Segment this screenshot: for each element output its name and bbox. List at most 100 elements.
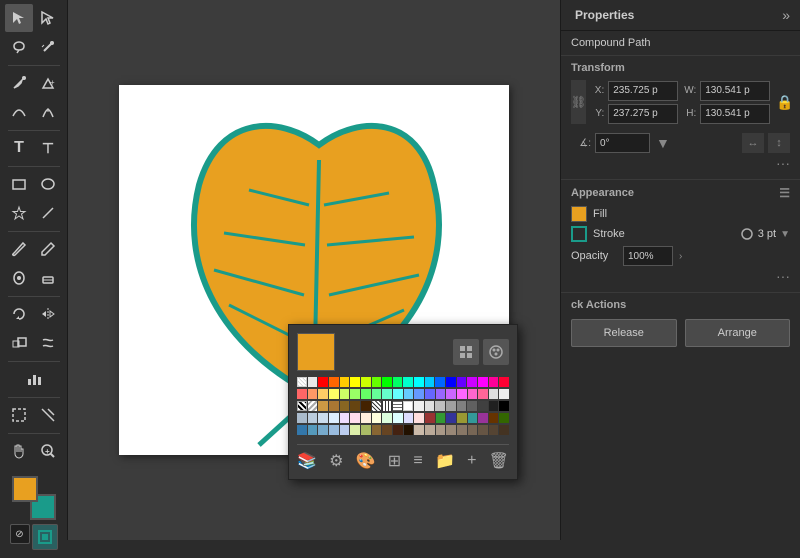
swatch-white[interactable] (403, 401, 413, 411)
eraser-tool[interactable] (34, 264, 62, 292)
swatch-74[interactable] (329, 425, 339, 435)
expand-button[interactable]: » (782, 7, 790, 23)
swatch-pink[interactable] (489, 377, 499, 387)
swatch-51[interactable] (297, 413, 307, 423)
stroke-color-swatch[interactable] (571, 226, 587, 242)
swatch-28[interactable] (372, 389, 382, 399)
swatch-85[interactable] (446, 425, 456, 435)
swatch-crimson[interactable] (499, 377, 509, 387)
swatch-34[interactable] (436, 389, 446, 399)
swatch-38[interactable] (478, 389, 488, 399)
swatch-27[interactable] (361, 389, 371, 399)
fill-none-btn[interactable]: ⊘ (10, 524, 30, 544)
swatch-57[interactable] (361, 413, 371, 423)
swatch-pattern4[interactable] (382, 401, 392, 411)
lasso-tool[interactable] (5, 33, 33, 61)
swatch-33[interactable] (425, 389, 435, 399)
swatch-magenta[interactable] (478, 377, 488, 387)
delete-swatch-icon[interactable]: 🗑 (489, 451, 509, 471)
properties-tab[interactable]: Properties (571, 6, 638, 24)
swatch-83[interactable] (425, 425, 435, 435)
swatch-orange[interactable] (329, 377, 339, 387)
rectangle-tool[interactable] (5, 170, 33, 198)
swatch-red[interactable] (318, 377, 328, 387)
swatch-30[interactable] (393, 389, 403, 399)
swatch-teal-green[interactable] (403, 377, 413, 387)
swatch-very-dark[interactable] (489, 401, 499, 411)
foreground-color-box[interactable] (12, 476, 38, 502)
swatches-view-btn[interactable] (453, 339, 479, 365)
appearance-more-options[interactable]: ··· (571, 266, 790, 286)
blob-brush-tool[interactable] (5, 264, 33, 292)
swatch-29[interactable] (382, 389, 392, 399)
swatch-89[interactable] (489, 425, 499, 435)
swatch-purple[interactable] (467, 377, 477, 387)
swatch-54[interactable] (329, 413, 339, 423)
swatch-44[interactable] (350, 401, 360, 411)
pen-tool[interactable] (5, 69, 33, 97)
swatch-24[interactable] (329, 389, 339, 399)
star-tool[interactable] (5, 199, 33, 227)
rotate-tool[interactable] (5, 300, 33, 328)
swatch-blue[interactable] (435, 377, 445, 387)
swatch-silver[interactable] (435, 401, 445, 411)
swatch-pattern1[interactable] (297, 401, 307, 411)
change-mode-btn[interactable] (32, 524, 58, 550)
swatch-73[interactable] (318, 425, 328, 435)
swatch-black[interactable] (499, 401, 509, 411)
swatch-42[interactable] (329, 401, 339, 411)
swatch-68[interactable] (478, 413, 488, 423)
swatch-pattern5[interactable] (393, 401, 403, 411)
swatch-52[interactable] (308, 413, 318, 423)
ellipse-tool[interactable] (34, 170, 62, 198)
angle-input[interactable] (595, 133, 650, 153)
list-view-icon[interactable]: ≡ (413, 452, 422, 470)
add-library-icon[interactable]: 📚 (297, 451, 317, 471)
text-tool[interactable]: T (5, 134, 33, 162)
x-input[interactable] (608, 81, 678, 101)
swatch-71[interactable] (297, 425, 307, 435)
selection-tool[interactable] (5, 4, 33, 32)
swatch-82[interactable] (414, 425, 424, 435)
opacity-input[interactable]: 100% (623, 246, 673, 266)
swatch-66[interactable] (457, 413, 467, 423)
grid-view-icon[interactable]: ⊞ (388, 451, 401, 471)
picker-current-swatch[interactable] (297, 333, 335, 371)
swatch-21[interactable] (297, 389, 307, 399)
swatch-22[interactable] (308, 389, 318, 399)
swatch-45[interactable] (361, 401, 371, 411)
swatch-pattern3[interactable] (372, 401, 382, 411)
swatch-39[interactable] (489, 389, 499, 399)
swatch-chartreuse[interactable] (372, 377, 382, 387)
swatch-43[interactable] (340, 401, 350, 411)
w-input[interactable] (700, 81, 770, 101)
swatch-77[interactable] (361, 425, 371, 435)
flip-v-icon[interactable]: ↕ (768, 133, 790, 153)
swatch-88[interactable] (478, 425, 488, 435)
swatch-80[interactable] (393, 425, 403, 435)
folder-icon[interactable]: 📁 (435, 451, 455, 471)
vertical-text-tool[interactable]: ⊤ (34, 134, 62, 162)
show-options-icon[interactable]: ⚙ (329, 451, 343, 471)
swatch-blue2[interactable] (446, 377, 456, 387)
swatch-90[interactable] (499, 425, 509, 435)
swatch-86[interactable] (457, 425, 467, 435)
swatch-56[interactable] (350, 413, 360, 423)
stroke-dropdown[interactable]: ▼ (780, 229, 790, 240)
swatch-63[interactable] (425, 413, 435, 423)
none-swatch[interactable] (297, 377, 307, 387)
arrange-button[interactable]: Arrange (685, 319, 791, 347)
swatch-70[interactable] (499, 413, 509, 423)
swatch-61[interactable] (404, 413, 414, 423)
swatch-53[interactable] (318, 413, 328, 423)
new-swatch-icon[interactable]: + (467, 452, 476, 470)
swatch-55[interactable] (340, 413, 350, 423)
canvas-container[interactable]: 📚 ⚙ 🎨 ⊞ ≡ 📁 + 🗑 (68, 0, 560, 540)
h-input[interactable] (700, 104, 770, 124)
add-anchor-tool[interactable]: + (34, 69, 62, 97)
swatch-lime[interactable] (361, 377, 371, 387)
pencil-tool[interactable] (34, 235, 62, 263)
swatch-23[interactable] (318, 389, 328, 399)
link-proportional-icon[interactable]: ⛓ (571, 80, 586, 124)
swatch-green[interactable] (382, 377, 392, 387)
